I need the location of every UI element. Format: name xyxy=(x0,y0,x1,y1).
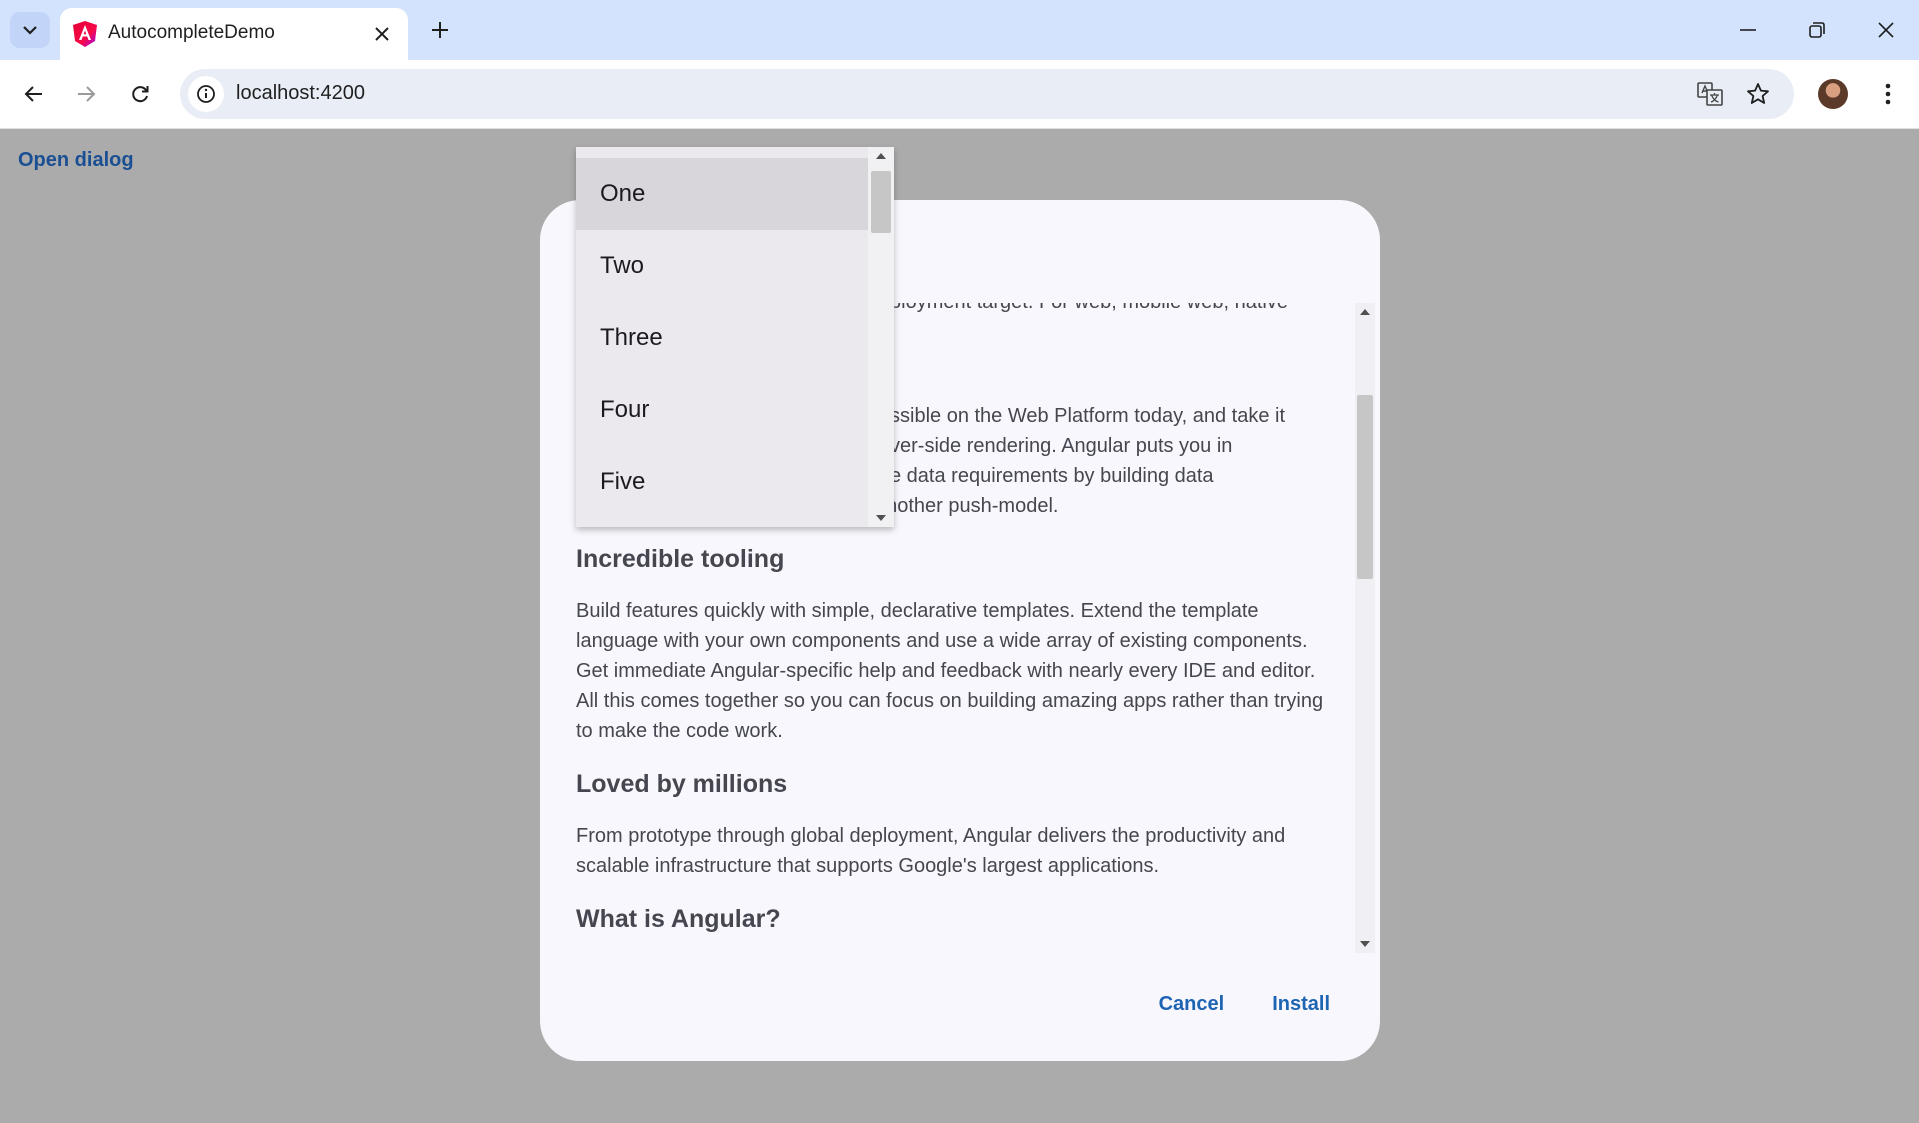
window-close-icon[interactable] xyxy=(1858,8,1914,52)
forward-arrow-icon[interactable] xyxy=(66,74,106,114)
url-text[interactable]: localhost:4200 xyxy=(236,82,365,105)
dialog-actions: Cancel Install xyxy=(1159,993,1330,1016)
tab-search-icon[interactable] xyxy=(10,12,50,48)
install-button[interactable]: Install xyxy=(1272,993,1330,1016)
heading-incredible-tooling: Incredible tooling xyxy=(576,545,785,573)
autocomplete-scrollbar[interactable] xyxy=(868,147,894,527)
scroll-up-arrow-icon[interactable] xyxy=(876,153,886,159)
autocomplete-option-one[interactable]: One xyxy=(576,158,868,230)
plus-icon[interactable] xyxy=(422,12,458,48)
avatar[interactable] xyxy=(1818,79,1848,109)
restore-icon[interactable] xyxy=(1789,8,1845,52)
heading-what-is-angular: What is Angular? xyxy=(576,905,781,933)
browser-toolbar: localhost:4200 xyxy=(0,60,1919,129)
para-loved: From prototype through global deployment… xyxy=(576,825,1286,877)
translate-icon[interactable] xyxy=(1694,78,1726,110)
autocomplete-option-four[interactable]: Four xyxy=(576,374,868,446)
scroll-up-arrow-icon[interactable] xyxy=(1360,309,1370,315)
scrollbar-thumb[interactable] xyxy=(871,171,891,233)
reload-icon[interactable] xyxy=(120,74,160,114)
scroll-down-arrow-icon[interactable] xyxy=(1360,941,1370,947)
address-bar[interactable]: localhost:4200 xyxy=(180,69,1794,119)
autocomplete-option-five[interactable]: Five xyxy=(576,446,868,518)
para-tooling: Build features quickly with simple, decl… xyxy=(576,600,1324,742)
minimize-icon[interactable] xyxy=(1720,8,1776,52)
open-dialog-button[interactable]: Open dialog xyxy=(18,149,134,172)
kebab-menu-icon[interactable] xyxy=(1872,74,1904,114)
scrollbar-thumb[interactable] xyxy=(1357,395,1373,579)
browser-tabstrip: AutocompleteDemo xyxy=(0,0,1919,60)
cancel-button[interactable]: Cancel xyxy=(1159,993,1225,1016)
tab-title: AutocompleteDemo xyxy=(108,22,275,43)
dialog-scrollbar[interactable] xyxy=(1355,303,1375,953)
scroll-down-arrow-icon[interactable] xyxy=(876,515,886,521)
autocomplete-panel: One Two Three Four Five xyxy=(576,147,894,527)
heading-loved-by-millions: Loved by millions xyxy=(576,770,788,798)
autocomplete-option-two[interactable]: Two xyxy=(576,230,868,302)
info-icon[interactable] xyxy=(188,76,224,112)
back-arrow-icon[interactable] xyxy=(14,74,54,114)
browser-tab[interactable]: AutocompleteDemo xyxy=(60,8,408,60)
close-icon[interactable] xyxy=(368,20,396,48)
star-icon[interactable] xyxy=(1742,78,1774,110)
angular-favicon xyxy=(72,20,98,48)
autocomplete-option-three[interactable]: Three xyxy=(576,302,868,374)
